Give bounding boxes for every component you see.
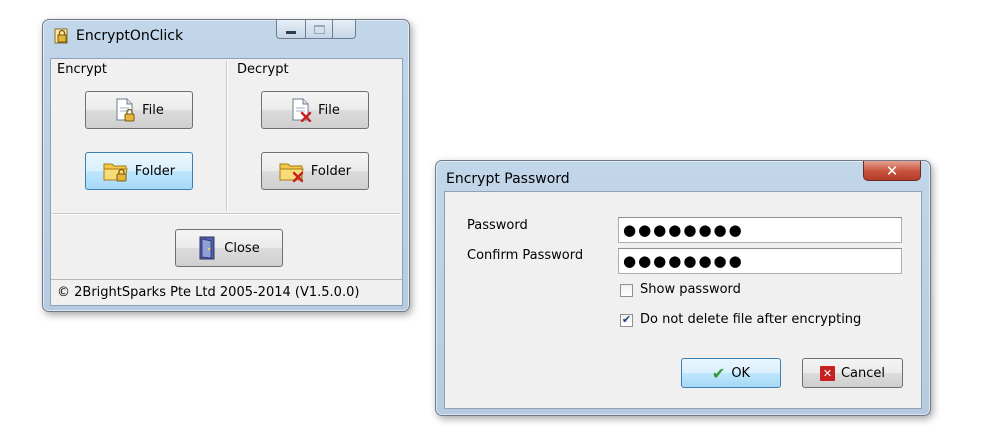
file-lock-icon — [114, 98, 136, 122]
ok-button[interactable]: ✔ OK — [681, 358, 781, 388]
encrypt-group-label: Encrypt — [57, 62, 107, 77]
cancel-button[interactable]: ✕ Cancel — [802, 358, 903, 388]
encrypt-folder-label: Folder — [134, 163, 176, 179]
minimize-button[interactable] — [276, 20, 306, 39]
door-exit-icon — [198, 236, 218, 260]
close-icon: ✕ — [885, 162, 899, 180]
encrypt-password-dialog: Encrypt Password ✕ Password ●●●●●●●● Con… — [435, 160, 931, 416]
folder-remove-icon — [279, 159, 305, 183]
cancel-x-icon: ✕ — [819, 365, 835, 381]
decrypt-group-label: Decrypt — [237, 62, 289, 77]
confirm-password-field[interactable]: ●●●●●●●● — [618, 248, 902, 274]
dialog-title: Encrypt Password — [446, 171, 570, 187]
show-password-label[interactable]: Show password — [640, 282, 741, 297]
main-panel: Encrypt Decrypt File Folder File Folder … — [50, 58, 403, 306]
disabled-close-button — [332, 20, 356, 39]
checkmark-ok-icon: ✔ — [711, 363, 726, 383]
cancel-label: Cancel — [840, 365, 886, 381]
show-password-checkbox[interactable] — [620, 284, 633, 297]
group-divider — [226, 61, 228, 211]
password-field[interactable]: ●●●●●●●● — [618, 217, 902, 243]
section-divider — [53, 213, 400, 215]
encrypt-file-label: File — [142, 102, 164, 118]
password-label: Password — [467, 218, 528, 233]
folder-lock-icon — [103, 159, 129, 183]
encrypt-folder-button[interactable]: Folder — [85, 152, 193, 190]
keep-file-label[interactable]: Do not delete file after encrypting — [640, 312, 861, 327]
decrypt-folder-button[interactable]: Folder — [261, 152, 369, 190]
confirm-password-label: Confirm Password — [467, 248, 584, 263]
decrypt-file-button[interactable]: File — [261, 91, 369, 129]
maximize-icon — [314, 25, 325, 34]
encrypt-file-button[interactable]: File — [85, 91, 193, 129]
keep-file-checkbox[interactable]: ✔ — [620, 314, 633, 327]
maximize-button — [305, 20, 333, 39]
window-title: EncryptOnClick — [76, 28, 184, 44]
dialog-title-bar[interactable]: Encrypt Password ✕ — [436, 161, 930, 191]
copyright-text: © 2BrightSparks Pte Ltd 2005-2014 (V1.5.… — [57, 285, 360, 300]
close-label: Close — [224, 240, 260, 256]
encryptonclick-window: EncryptOnClick Encrypt Decrypt File Fold… — [42, 19, 410, 312]
checkmark-icon: ✔ — [621, 314, 632, 326]
status-bar: © 2BrightSparks Pte Ltd 2005-2014 (V1.5.… — [51, 279, 402, 305]
close-button[interactable]: Close — [175, 229, 283, 267]
title-bar[interactable]: EncryptOnClick — [43, 20, 409, 50]
file-remove-icon — [290, 98, 312, 122]
ok-label: OK — [731, 365, 751, 381]
decrypt-file-label: File — [318, 102, 340, 118]
decrypt-folder-label: Folder — [310, 163, 352, 179]
lock-icon — [52, 27, 70, 45]
dialog-close-button[interactable]: ✕ — [863, 161, 921, 181]
minimize-icon — [286, 31, 296, 34]
dialog-body: Password ●●●●●●●● Confirm Password ●●●●●… — [444, 191, 922, 409]
